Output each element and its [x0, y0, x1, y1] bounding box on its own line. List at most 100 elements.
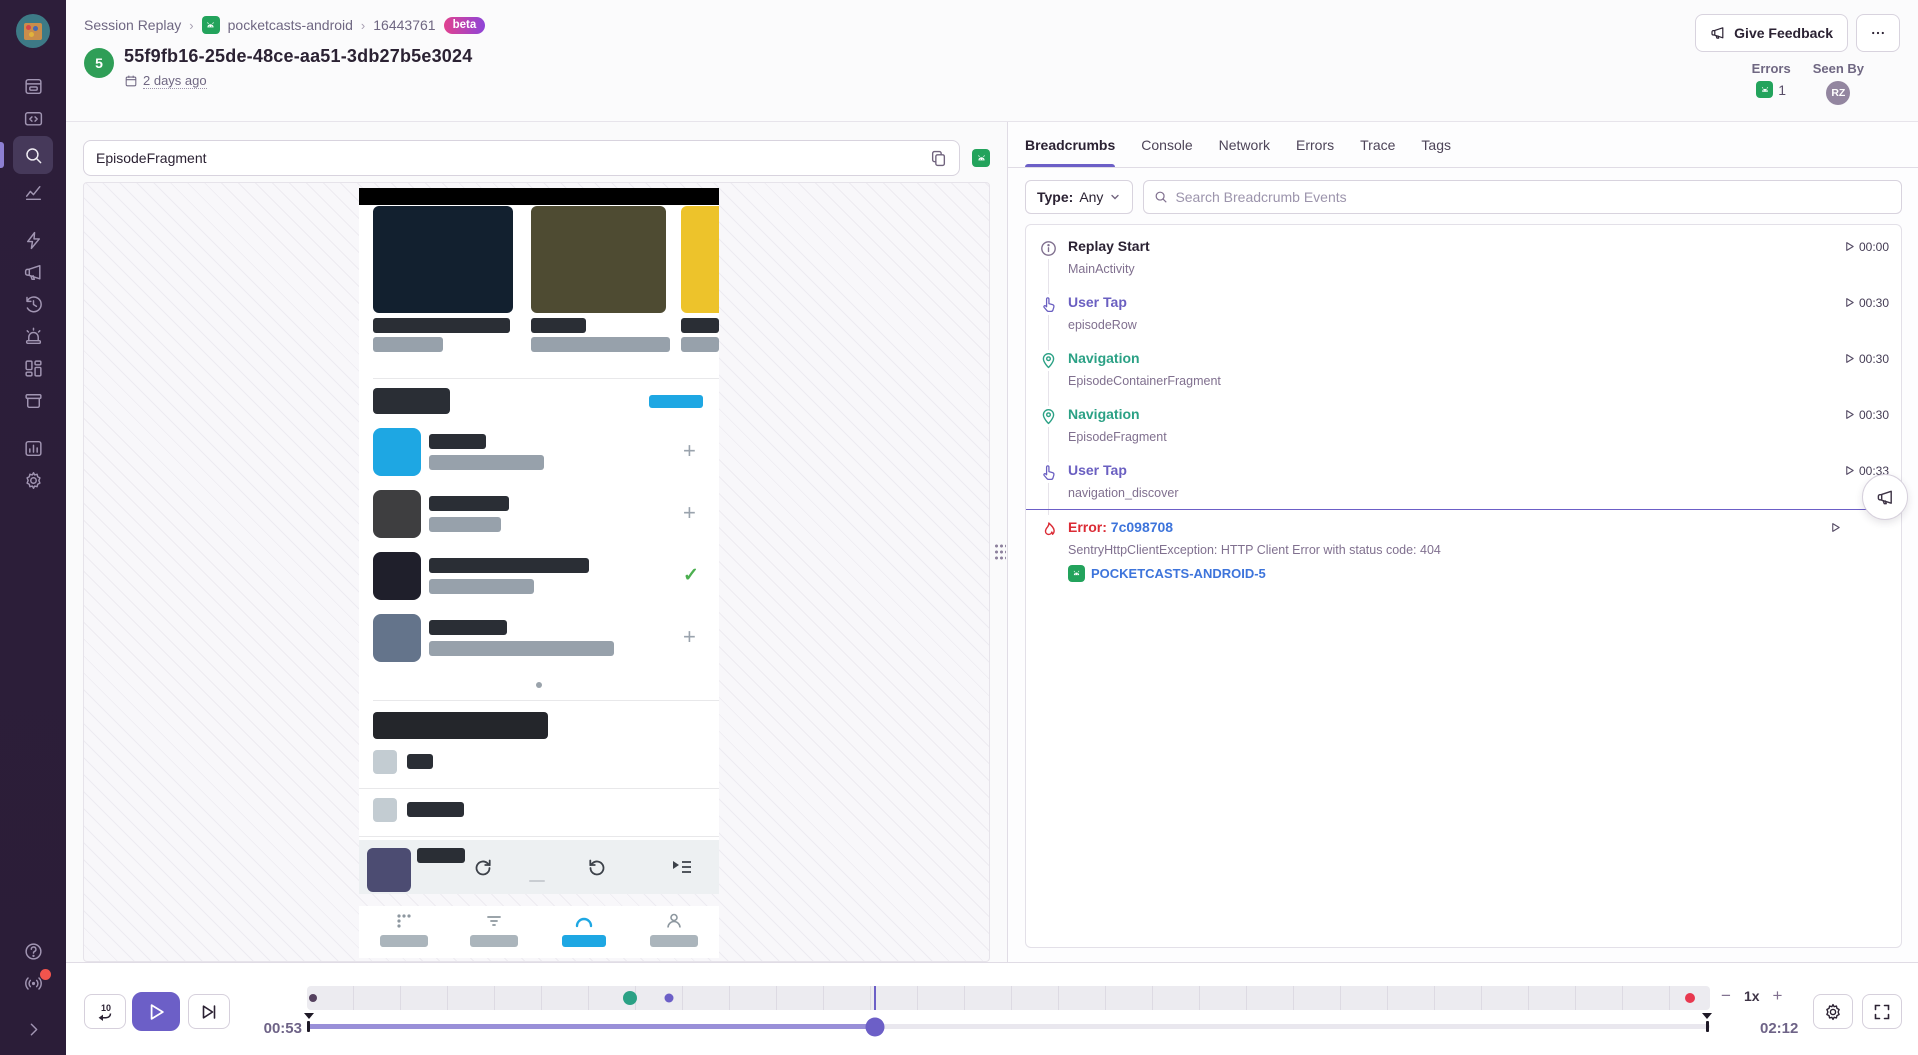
- breadcrumb-event-row[interactable]: NavigationEpisodeContainerFragment00:30: [1026, 341, 1901, 397]
- more-options-button[interactable]: [1856, 14, 1900, 52]
- event-description: EpisodeContainerFragment: [1068, 374, 1844, 388]
- error-id-link[interactable]: 7c098708: [1111, 519, 1173, 535]
- speed-control: − 1x +: [1721, 987, 1782, 1004]
- tab-tags[interactable]: Tags: [1421, 122, 1451, 167]
- sidebar-item-explore[interactable]: [13, 136, 53, 174]
- replay-wireframe-screen: + + ✓ +: [359, 188, 719, 894]
- dom-filter-input[interactable]: [96, 150, 928, 166]
- errors-meta: Errors 1: [1752, 61, 1791, 105]
- ellipsis-icon: [1870, 25, 1886, 41]
- copy-icon: [930, 150, 947, 167]
- dom-filter-field: [83, 140, 960, 176]
- speed-decrease-button[interactable]: −: [1721, 987, 1731, 1004]
- sidebar-item-help[interactable]: [13, 935, 53, 967]
- svg-text:10: 10: [101, 1003, 111, 1013]
- wireframe-nav-profile: [639, 911, 709, 947]
- releases-icon: [23, 390, 44, 411]
- breadcrumb-event-row[interactable]: User Tapnavigation_discover00:33: [1026, 453, 1901, 509]
- issues-icon: [23, 76, 44, 97]
- seen-by-label: Seen By: [1813, 61, 1864, 76]
- sidebar-item-alerts[interactable]: [13, 320, 53, 352]
- play-from-event-button[interactable]: 00:00: [1844, 238, 1889, 276]
- timeline-event-marker[interactable]: [309, 994, 317, 1002]
- wireframe-nav-podcasts: [369, 911, 439, 947]
- filter-icon: [485, 911, 503, 931]
- event-description: MainActivity: [1068, 262, 1844, 276]
- play-from-event-button[interactable]: 00:30: [1844, 294, 1889, 332]
- timeline-end-tick: [1706, 1021, 1709, 1032]
- sidebar-item-dashboards[interactable]: [13, 352, 53, 384]
- sidebar-item-whats-new[interactable]: [13, 967, 53, 999]
- breadcrumb-search-input[interactable]: [1175, 189, 1891, 205]
- tab-console[interactable]: Console: [1141, 122, 1192, 167]
- player-settings-button[interactable]: [1813, 994, 1853, 1029]
- play-from-event-button[interactable]: [1830, 519, 1889, 582]
- sidebar-item-settings[interactable]: [13, 464, 53, 496]
- type-filter-label: Type:: [1037, 189, 1073, 205]
- floating-feedback-button[interactable]: [1862, 474, 1908, 520]
- breadcrumb-event-row[interactable]: Replay StartMainActivity00:00: [1026, 229, 1901, 285]
- global-sidebar: [0, 0, 66, 1055]
- details-tabs: Breadcrumbs Console Network Errors Trace Tags: [1008, 122, 1918, 168]
- type-filter-dropdown[interactable]: Type: Any: [1025, 180, 1133, 214]
- breadcrumb-project[interactable]: pocketcasts-android: [228, 17, 353, 33]
- settings-icon: [23, 470, 44, 491]
- org-avatar[interactable]: [16, 14, 50, 48]
- pane-resize-handle[interactable]: [994, 543, 1006, 561]
- page-header: Session Replay › pocketcasts-android › 1…: [66, 0, 1918, 122]
- event-title: User Tap: [1068, 462, 1127, 478]
- sidebar-item-insights[interactable]: [13, 176, 53, 208]
- sidebar-item-projects[interactable]: [13, 102, 53, 134]
- rewind-10s-button[interactable]: 10: [84, 994, 126, 1029]
- errors-count[interactable]: 1: [1756, 81, 1786, 98]
- fullscreen-icon: [1872, 1002, 1892, 1022]
- play-button[interactable]: [132, 992, 180, 1031]
- event-description: episodeRow: [1068, 318, 1844, 332]
- error-project-link[interactable]: POCKETCASTS-ANDROID-5: [1068, 565, 1830, 582]
- play-from-event-button[interactable]: 00:30: [1844, 406, 1889, 444]
- timeline-event-marker[interactable]: [623, 991, 637, 1005]
- wireframe-mini-player: [359, 840, 719, 894]
- timeline-event-strip[interactable]: [307, 986, 1710, 1010]
- timeline-event-marker[interactable]: [1685, 993, 1695, 1003]
- breadcrumb-sep: ›: [361, 18, 365, 33]
- sidebar-item-stats[interactable]: [13, 432, 53, 464]
- event-time: 00:30: [1859, 352, 1889, 366]
- speed-increase-button[interactable]: +: [1773, 987, 1783, 1004]
- breadcrumb-event-row[interactable]: Error: 7c098708SentryHttpClientException…: [1026, 509, 1901, 591]
- event-time: 00:30: [1859, 296, 1889, 310]
- timeline-event-marker[interactable]: [664, 994, 673, 1003]
- breadcrumb-event-list: Replay StartMainActivity00:00 User Tap epi…: [1025, 224, 1902, 948]
- playhead-handle[interactable]: [866, 1017, 885, 1036]
- sidebar-item-feedback[interactable]: [13, 256, 53, 288]
- wireframe-statusbar: [359, 188, 719, 205]
- breadcrumb-session-replay[interactable]: Session Replay: [84, 17, 181, 33]
- sidebar-item-history[interactable]: [13, 288, 53, 320]
- sidebar-item-performance[interactable]: [13, 224, 53, 256]
- sidebar-item-releases[interactable]: [13, 384, 53, 416]
- wireframe-bottom-nav: [359, 906, 719, 958]
- breadcrumb-event-row[interactable]: NavigationEpisodeFragment00:30: [1026, 397, 1901, 453]
- skip-to-end-button[interactable]: [188, 994, 230, 1029]
- sidebar-item-issues[interactable]: [13, 70, 53, 102]
- copy-button[interactable]: [928, 148, 949, 169]
- time-ago-label[interactable]: 2 days ago: [143, 73, 207, 89]
- tab-breadcrumbs[interactable]: Breadcrumbs: [1025, 122, 1115, 167]
- search-icon: [1154, 190, 1168, 204]
- timeline-scrubber[interactable]: [307, 1024, 1710, 1029]
- sidebar-item-expand[interactable]: [13, 1013, 53, 1045]
- fullscreen-button[interactable]: [1862, 994, 1902, 1029]
- give-feedback-button[interactable]: Give Feedback: [1695, 14, 1848, 52]
- tab-trace[interactable]: Trace: [1360, 122, 1395, 167]
- tab-network[interactable]: Network: [1219, 122, 1270, 167]
- sidebar-bottom-nav: [13, 935, 53, 1045]
- breadcrumb-event-row[interactable]: User TapepisodeRow00:30: [1026, 285, 1901, 341]
- breadcrumb-replay-number[interactable]: 16443761: [373, 17, 435, 33]
- play-from-event-button[interactable]: 00:30: [1844, 350, 1889, 388]
- projects-icon: [23, 108, 44, 129]
- beta-badge: beta: [444, 17, 486, 34]
- tab-errors[interactable]: Errors: [1296, 122, 1334, 167]
- breadcrumb: Session Replay › pocketcasts-android › 1…: [84, 14, 485, 36]
- android-icon: [1756, 81, 1773, 98]
- replay-video-canvas[interactable]: + + ✓ +: [83, 182, 990, 962]
